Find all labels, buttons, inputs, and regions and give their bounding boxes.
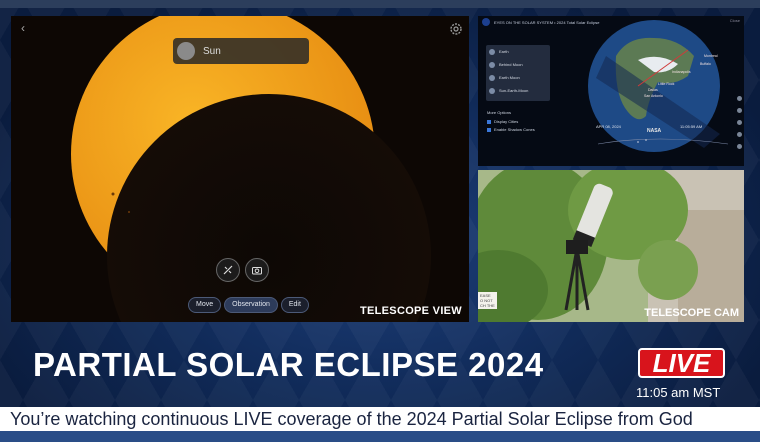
earth-icon xyxy=(489,48,495,55)
city-label: Little Rock xyxy=(658,82,675,86)
menu-item-earth[interactable]: Earth xyxy=(486,45,550,58)
sun-earth-moon-icon xyxy=(489,87,495,94)
timestamp: 11:05 am MST xyxy=(636,385,721,400)
ticker-text: You’re watching continuous LIVE coverage… xyxy=(10,409,693,429)
checkbox-icon xyxy=(487,127,491,132)
target-label: Sun xyxy=(203,45,221,57)
eyes-on-solar-system-panel: EYES ON THE SOLAR SYSTEM • 2024 Total So… xyxy=(478,16,744,166)
city-label: Montreal xyxy=(704,54,718,58)
date-label: APR 08, 2024 xyxy=(596,124,621,129)
edit-button[interactable]: Edit xyxy=(280,297,309,313)
telescope-cam-panel: EASE O NOT CH THE TELESCOPE CAM xyxy=(478,170,744,322)
back-icon[interactable]: ‹ xyxy=(21,21,25,35)
telescope-cam-image xyxy=(478,170,744,322)
camera-button[interactable] xyxy=(245,258,269,282)
zoom-out-icon[interactable] xyxy=(737,108,742,113)
nasa-wordmark: NASA xyxy=(647,128,662,134)
option-shadow-cones[interactable]: Enable Shadow Cones xyxy=(487,127,535,132)
eyes-title: EYES ON THE SOLAR SYSTEM • 2024 Total So… xyxy=(494,19,600,25)
telescope-cam-caption: TELESCOPE CAM xyxy=(644,307,739,319)
share-icon[interactable] xyxy=(737,144,742,149)
side-controls xyxy=(737,96,742,156)
menu-item-label: Earth xyxy=(499,49,509,54)
city-label: San Antonio xyxy=(644,94,663,98)
fullscreen-icon[interactable] xyxy=(737,132,742,137)
sign-text: EASE O NOT CH THE xyxy=(478,292,497,309)
city-label: Dallas xyxy=(648,88,658,92)
checkbox-icon xyxy=(487,119,491,124)
target-chip[interactable]: Sun xyxy=(173,38,309,64)
menu-item-label: Earth Moon xyxy=(499,75,520,80)
city-label: Indianapolis xyxy=(672,70,691,74)
news-ticker: You’re watching continuous LIVE coverage… xyxy=(0,407,760,431)
option-label: Enable Shadow Cones xyxy=(494,127,535,132)
top-strip xyxy=(0,0,760,8)
bottom-strip xyxy=(0,431,760,442)
sun-thumbnail xyxy=(177,42,195,60)
view-menu: Earth Behind Moon Earth Moon Sun-Earth-M… xyxy=(486,45,550,101)
observation-button[interactable]: Observation xyxy=(224,297,278,313)
zoom-in-icon[interactable] xyxy=(737,96,742,101)
city-label: Buffalo xyxy=(700,62,711,66)
telescope-view-caption: TELESCOPE VIEW xyxy=(360,305,462,317)
more-options-label: More Options xyxy=(487,110,512,115)
option-label: Display Cities xyxy=(494,119,519,124)
eyes-header: EYES ON THE SOLAR SYSTEM • 2024 Total So… xyxy=(482,18,600,26)
menu-item-sun-earth-moon[interactable]: Sun-Earth-Moon xyxy=(486,84,550,97)
nasa-logo-icon xyxy=(482,18,490,26)
mode-buttons: Move Observation Edit xyxy=(188,297,309,313)
menu-item-earth-moon[interactable]: Earth Moon xyxy=(486,71,550,84)
moon-icon xyxy=(489,61,495,68)
live-badge: LIVE xyxy=(638,348,725,378)
satellite-icon xyxy=(223,265,233,275)
earth-moon-icon xyxy=(489,74,495,81)
option-display-cities[interactable]: Display Cities xyxy=(487,119,518,124)
eyes-close-button[interactable]: Close xyxy=(730,18,740,23)
info-icon[interactable] xyxy=(737,120,742,125)
satellite-button[interactable] xyxy=(216,258,240,282)
menu-item-label: Behind Moon xyxy=(499,62,523,67)
settings-icon[interactable] xyxy=(449,22,463,36)
move-button[interactable]: Move xyxy=(188,297,222,313)
menu-item-label: Sun-Earth-Moon xyxy=(499,88,529,93)
menu-item-behind-moon[interactable]: Behind Moon xyxy=(486,58,550,71)
headline: PARTIAL SOLAR ECLIPSE 2024 xyxy=(33,346,544,383)
time-label: 11:05:59 AM xyxy=(680,124,703,129)
telescope-view-panel: ‹ Sun Move Observation Edit TELESCOPE VI… xyxy=(11,16,469,322)
camera-icon xyxy=(252,267,262,275)
